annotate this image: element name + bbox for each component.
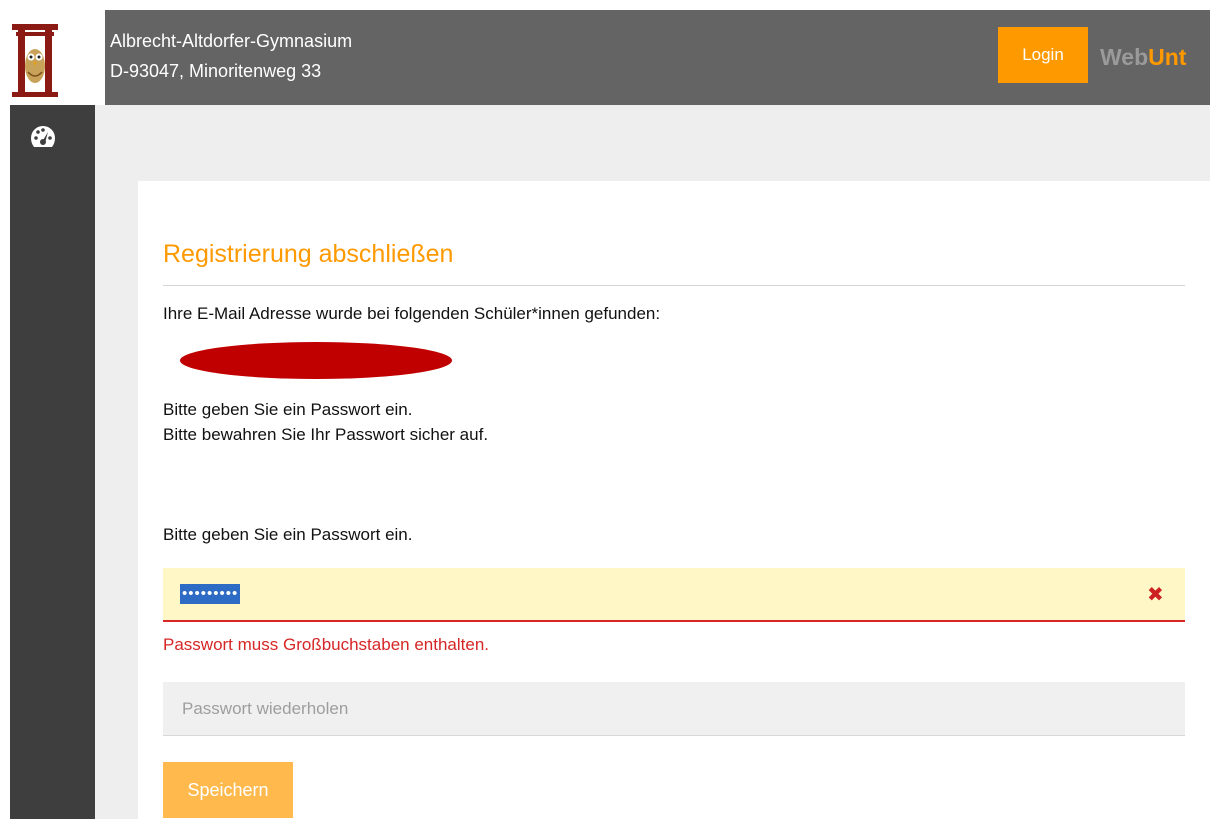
sidebar-item-dashboard[interactable]: [29, 124, 57, 155]
password-value-selected: •••••••••: [180, 584, 241, 604]
page-title: Registrierung abschließen: [163, 240, 454, 268]
info-line-2: Bitte bewahren Sie Ihr Passwort sicher a…: [163, 425, 489, 444]
login-button[interactable]: Login: [998, 27, 1088, 83]
owl-gate-logo-icon: [10, 10, 70, 105]
found-students-text: Ihre E-Mail Adresse wurde bei folgenden …: [163, 304, 661, 323]
brand-logo[interactable]: WebUnt: [1100, 44, 1186, 70]
sidebar: [10, 105, 95, 819]
password-label: Bitte geben Sie ein Passwort ein.: [163, 525, 413, 544]
school-address: D-93047, Minoritenweg 33: [110, 61, 322, 81]
password-input[interactable]: ••••••••• ✖: [163, 568, 1185, 622]
school-name: Albrecht-Altdorfer-Gymnasium: [110, 31, 353, 51]
password-repeat-placeholder: Passwort wiederholen: [182, 699, 349, 718]
redacted-student-name: [180, 342, 452, 379]
invalid-cross-icon: ✖: [1147, 584, 1164, 606]
password-repeat-input[interactable]: Passwort wiederholen: [163, 682, 1185, 736]
dashboard-icon: [31, 126, 55, 147]
password-error-message: Passwort muss Großbuchstaben enthalten.: [163, 635, 489, 654]
school-logo[interactable]: [10, 10, 105, 105]
top-header: Albrecht-Altdorfer-Gymnasium D-93047, Mi…: [10, 10, 1210, 105]
info-line-1: Bitte geben Sie ein Passwort ein.: [163, 400, 413, 419]
brand-text-unt: Unt: [1148, 44, 1187, 70]
title-divider: [163, 285, 1185, 286]
save-button[interactable]: Speichern: [163, 762, 293, 818]
brand-text-web: Web: [1100, 44, 1149, 70]
